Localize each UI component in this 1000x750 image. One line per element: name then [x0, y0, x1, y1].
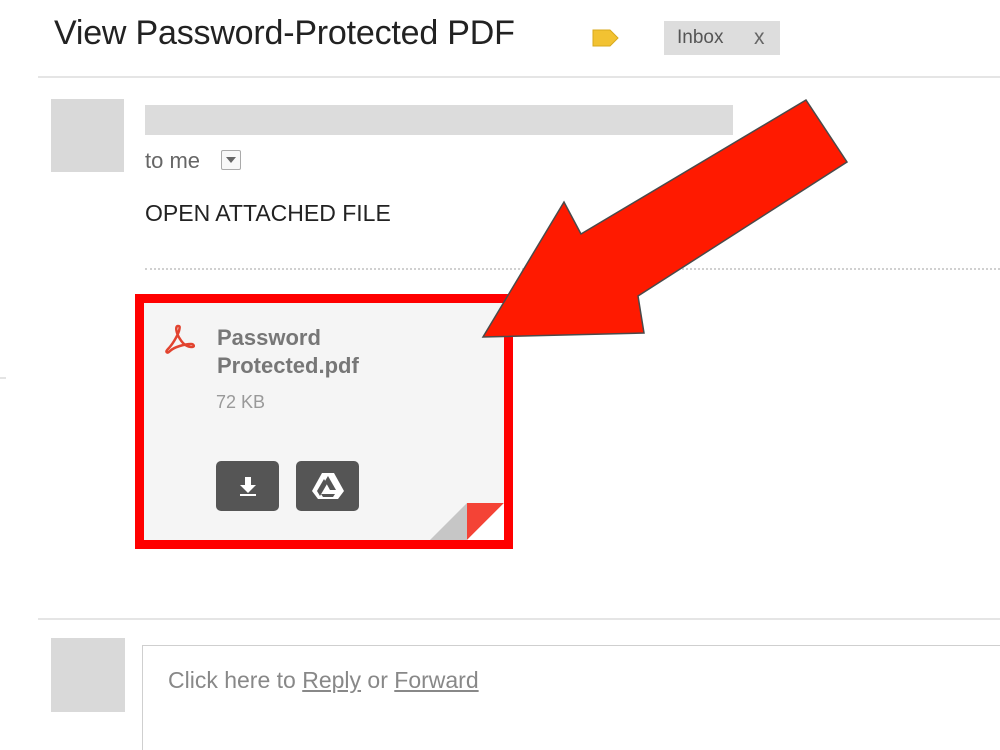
forward-link[interactable]: Forward: [394, 667, 478, 693]
edge-mark: [0, 377, 6, 379]
chevron-down-icon: [226, 157, 236, 163]
reply-prompt: Click here to Reply or Forward: [168, 667, 479, 694]
message-body: OPEN ATTACHED FILE: [145, 200, 391, 226]
attachment-file-size: 72 KB: [216, 392, 266, 412]
big-arrow-icon: [480, 95, 855, 345]
google-drive-icon: [312, 473, 344, 499]
header-divider: [38, 76, 1000, 78]
email-subject: View Password-Protected PDF: [54, 14, 515, 52]
sender-avatar: [51, 99, 124, 172]
reply-link[interactable]: Reply: [302, 667, 361, 693]
save-to-drive-button[interactable]: [296, 461, 359, 511]
remove-label-button[interactable]: x: [754, 26, 765, 50]
inbox-label-text: Inbox: [677, 27, 724, 48]
attachment-file-name[interactable]: Password Protected.pdf: [217, 324, 417, 380]
reply-divider: [38, 618, 1000, 620]
download-button[interactable]: [216, 461, 279, 511]
download-icon: [240, 477, 256, 496]
attachment-corner-fold: [430, 503, 504, 540]
inbox-label-chip: Inbox x: [664, 21, 780, 55]
label-tag-icon[interactable]: [591, 29, 619, 47]
reply-avatar: [51, 638, 125, 712]
show-details-button[interactable]: [221, 150, 241, 170]
email-view: View Password-Protected PDF Inbox x to m…: [0, 0, 1000, 750]
pdf-icon: [165, 324, 196, 354]
recipient-text: to me: [145, 148, 201, 173]
reply-prompt-separator: or: [361, 667, 395, 693]
reply-prompt-prefix: Click here to: [168, 667, 303, 693]
reply-box[interactable]: [142, 645, 1000, 750]
